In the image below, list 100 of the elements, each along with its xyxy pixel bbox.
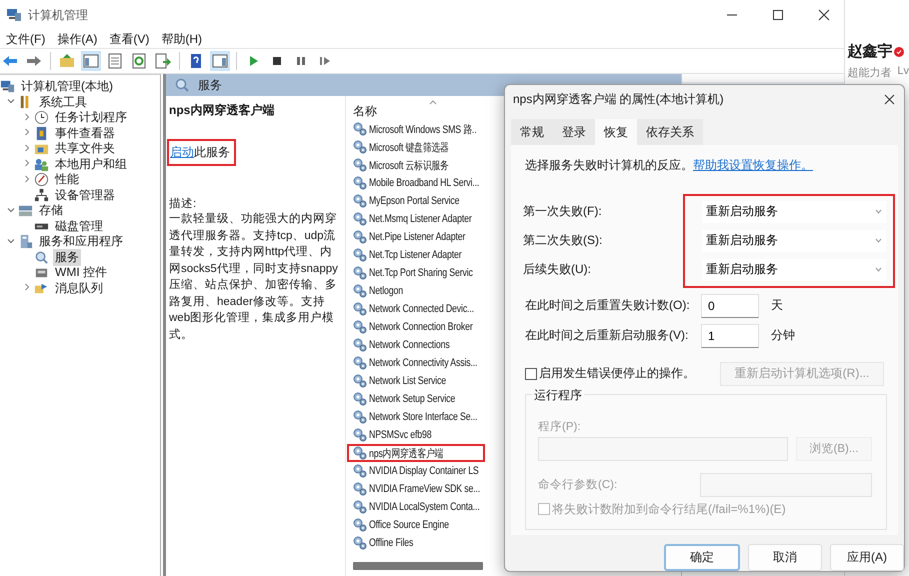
tree-item[interactable]: 消息队列 [53, 280, 105, 297]
window-title: 计算机管理 [28, 6, 89, 24]
field-label: 程序(P): [538, 419, 582, 434]
tab[interactable]: 恢复 [595, 118, 637, 145]
gear-icon [353, 302, 367, 316]
menu-item[interactable]: 操作(A) [53, 30, 106, 48]
service-row[interactable]: Network Connections [347, 336, 485, 354]
service-row[interactable]: NVIDIA Display Container LS [347, 462, 485, 480]
service-row[interactable]: Net.Tcp Port Sharing Servic [347, 264, 485, 282]
service-row[interactable]: Mobile Broadband HL Servi... [347, 174, 485, 192]
tab[interactable]: 登录 [553, 118, 595, 145]
service-row[interactable]: Netlogon [347, 282, 485, 300]
gear-icon [353, 248, 367, 262]
checkbox-label: 启用发生错误便停止的操作。 [539, 365, 695, 382]
chevron-icon[interactable] [23, 128, 31, 136]
service-row[interactable]: Net.Tcp Listener Adapter [347, 246, 485, 264]
field-label: 在此时间之后重新启动服务(V): [525, 327, 690, 344]
network-device-icon [34, 188, 49, 203]
field-label: 命令行参数(C): [538, 478, 618, 492]
action-dropdown[interactable]: 重新启动服务 [702, 200, 886, 223]
chevron-icon[interactable] [23, 144, 31, 152]
scrollbar[interactable] [353, 562, 483, 570]
service-row[interactable]: nps内网穿透客户端 [347, 444, 485, 462]
service-row[interactable]: Microsoft Windows SMS 路.. [347, 120, 485, 138]
service-row[interactable]: NVIDIA LocalSystem Conta... [347, 498, 485, 516]
chevron-icon[interactable] [23, 159, 31, 168]
tree-item[interactable]: 服务 [53, 248, 81, 266]
chevron-icon[interactable] [23, 112, 31, 121]
arguments-field[interactable] [700, 472, 872, 497]
maximize-icon[interactable] [772, 9, 784, 21]
gear-icon [353, 518, 367, 532]
program-field[interactable] [538, 436, 788, 461]
service-row[interactable]: Microsoft 云标识服务 [347, 156, 485, 174]
gear-icon [353, 482, 367, 496]
computer-icon [6, 7, 22, 23]
unit-label: 天 [771, 297, 783, 314]
close-icon[interactable] [884, 94, 894, 106]
tree-item[interactable]: WMI 控件 [53, 264, 109, 282]
export-icon[interactable] [153, 51, 173, 71]
tree-item[interactable]: 存储 [37, 202, 65, 220]
service-row[interactable]: Microsoft 键盘筛选器 [347, 138, 485, 156]
tree-item[interactable]: 服务和应用程序 [37, 233, 125, 250]
service-row[interactable]: MyEpson Portal Service [347, 192, 485, 210]
service-row[interactable]: Net.Pipe Listener Adapter [347, 228, 485, 246]
chevron-icon[interactable] [7, 236, 15, 245]
start-service-text: 启动此服务 [167, 139, 236, 166]
tab[interactable]: 依存关系 [637, 118, 703, 145]
action-dropdown[interactable]: 重新启动服务 [702, 258, 886, 281]
tree-item[interactable]: 本地用户和组 [53, 156, 129, 173]
number-field[interactable]: 1 [701, 324, 759, 348]
gear-icon [353, 356, 367, 370]
tree-item[interactable]: 性能 [53, 171, 81, 188]
chevron-icon [875, 267, 882, 272]
group-title: 运行程序 [532, 386, 584, 404]
menu-item[interactable]: 查看(V) [105, 30, 158, 48]
service-row[interactable]: Net.Msmq Listener Adapter [347, 210, 485, 228]
action-pane-icon[interactable] [210, 51, 230, 71]
tree-item[interactable]: 计算机管理(本地) [19, 78, 115, 96]
service-row[interactable]: Network Connectivity Assis... [347, 354, 485, 372]
service-row[interactable]: Network Connection Broker [347, 318, 485, 336]
tree-item[interactable]: 磁盘管理 [53, 218, 105, 235]
gear-icon [353, 338, 367, 352]
column-header[interactable]: 名称 [353, 103, 377, 120]
gear-icon [353, 212, 367, 226]
service-row[interactable]: Network Store Interface Se... [347, 408, 485, 426]
start-link[interactable]: 启动 [170, 145, 194, 159]
service-row[interactable]: Offline Files [347, 534, 485, 552]
gear-icon [353, 536, 367, 550]
menu-item[interactable]: 帮助(H) [157, 30, 210, 48]
chevron-icon[interactable] [23, 174, 31, 183]
tree-item[interactable]: 事件查看器 [53, 124, 117, 142]
gear-icon [353, 194, 367, 208]
service-row[interactable]: NVIDIA FrameView SDK se... [347, 480, 485, 498]
menu-item[interactable]: 文件(F) [2, 30, 54, 48]
help-link[interactable]: 帮助我设置恢复操作。 [693, 158, 813, 172]
service-row[interactable]: Network List Service [347, 372, 485, 390]
service-row[interactable]: NPSMSvc efb98 [347, 426, 485, 444]
dialog-button[interactable]: 应用(A) [830, 544, 904, 571]
tree-pane-icon[interactable] [81, 51, 101, 71]
number-field[interactable]: 0 [701, 294, 759, 318]
tree-item[interactable]: 共享文件夹 [53, 140, 117, 158]
dialog-button[interactable]: 确定 [664, 544, 740, 571]
gear-icon [353, 176, 367, 190]
gear-icon [353, 410, 367, 424]
chevron-icon[interactable] [7, 206, 15, 214]
service-row[interactable]: Office Source Engine [347, 516, 485, 534]
tree-item[interactable]: 任务计划程序 [53, 109, 129, 126]
dialog-button[interactable]: 取消 [748, 544, 822, 571]
chevron-icon [875, 209, 882, 214]
service-row[interactable]: Network Setup Service [347, 390, 485, 408]
close-icon[interactable] [818, 9, 830, 21]
computer-icon [0, 79, 15, 94]
action-dropdown[interactable]: 重新启动服务 [702, 230, 886, 252]
tab[interactable]: 常规 [511, 118, 553, 145]
tree-item[interactable]: 系统工具 [37, 94, 89, 111]
tree-item[interactable]: 设备管理器 [53, 186, 117, 204]
checkbox[interactable] [525, 368, 537, 380]
chevron-icon[interactable] [23, 283, 31, 292]
chevron-icon[interactable] [7, 97, 15, 106]
service-row[interactable]: Network Connected Devic... [347, 300, 485, 318]
